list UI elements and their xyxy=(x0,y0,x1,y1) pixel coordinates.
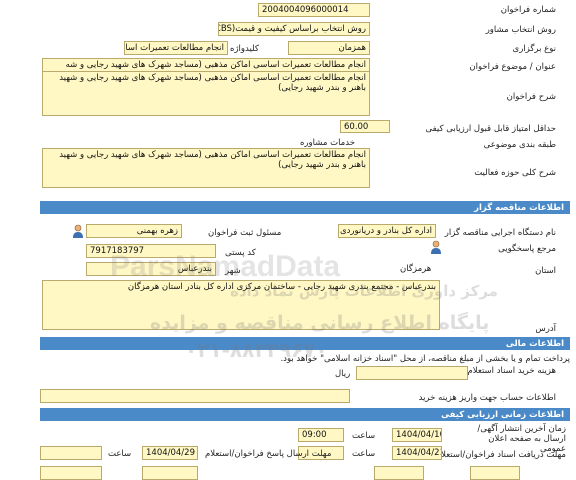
type-field[interactable]: همزمان xyxy=(288,41,370,55)
deadline-date-field[interactable]: 1404/04/21 xyxy=(392,446,442,460)
city-label: شهر xyxy=(225,266,241,276)
method-field[interactable]: روش انتخاب براساس کیفیت و قیمت(QCBS) xyxy=(218,22,370,36)
postal-field[interactable]: 7917183797 xyxy=(86,244,216,258)
account-field[interactable] xyxy=(40,389,350,403)
description-label: شرح فراخوان xyxy=(506,92,556,102)
activity-field[interactable]: انجام مطالعات تعمیرات اساسی اماکن مذهبی … xyxy=(42,148,370,188)
user-icon xyxy=(430,240,442,254)
registrar-field[interactable]: زهره بهمنی xyxy=(86,224,182,238)
financial-section-header: اطلاعات مالی xyxy=(40,337,570,350)
category-value: خدمات مشاوره xyxy=(300,138,355,148)
deadline-label: مهلت دریافت اسناد فراخوان/استعلام xyxy=(435,450,566,460)
next-row-field[interactable] xyxy=(470,466,520,480)
response-ref-label: مرجع پاسخگویی xyxy=(498,244,556,254)
fee-field[interactable] xyxy=(356,366,468,380)
publish-time-label: ساعت xyxy=(352,431,376,441)
postal-label: کد پستی xyxy=(225,248,256,258)
title-label: عنوان / موضوع فراخوان xyxy=(469,62,556,72)
keyword-label: کلیدواژه xyxy=(230,44,259,54)
next-row-field[interactable] xyxy=(40,466,102,480)
tender-number-label: شماره فراخوان xyxy=(500,5,556,15)
submit-time-label: ساعت xyxy=(108,449,132,459)
province-value: هرمزگان xyxy=(400,264,432,274)
organizer-section-header: اطلاعات مناقصه گزار xyxy=(40,201,570,214)
submit-date-field[interactable]: 1404/04/29 xyxy=(142,446,198,460)
org-name-field[interactable]: اداره کل بنادر و دریانوردی شه xyxy=(338,224,436,238)
registrar-label: مسئول ثبت فراخوان xyxy=(208,228,282,238)
min-score-field[interactable]: 60.00 xyxy=(340,120,390,133)
org-name-label: نام دستگاه اجرایی مناقصه گزار xyxy=(444,228,556,238)
type-label: نوع برگزاری xyxy=(512,44,556,54)
schedule-section-header: اطلاعات زمانی ارزیابی کیفی xyxy=(40,408,570,421)
deadline-time-label: ساعت xyxy=(352,449,376,459)
user-icon xyxy=(72,224,84,238)
category-label: طبقه بندی موضوعی xyxy=(483,140,556,150)
publish-time-field[interactable]: 09:00 xyxy=(298,428,344,442)
next-row-field[interactable] xyxy=(374,466,424,480)
publish-date-field[interactable]: 1404/04/10 xyxy=(392,428,442,442)
account-label: اطلاعات حساب جهت واریز هزینه خرید xyxy=(418,393,556,403)
payment-note: پرداخت تمام و یا بخشی از مبلغ مناقصه، از… xyxy=(280,354,570,364)
method-label: روش انتخاب مشاور xyxy=(485,25,556,35)
submit-time-field[interactable] xyxy=(40,446,102,460)
fee-unit: ریال xyxy=(335,369,351,379)
address-label: آدرس xyxy=(535,324,556,334)
description-field[interactable]: انجام مطالعات تعمیرات اساسی اماکن مذهبی … xyxy=(42,71,370,116)
keyword-field[interactable]: انجام مطالعات تعمیرات اسا xyxy=(124,41,228,55)
city-field[interactable]: بندرعباس xyxy=(86,262,216,276)
activity-label: شرح کلی حوزه فعالیت xyxy=(474,168,556,178)
min-score-label: حداقل امتیاز قابل قبول ارزیابی کیفی xyxy=(425,124,556,134)
next-row-field[interactable] xyxy=(142,466,198,480)
tender-number-field[interactable]: 2004004096000014 xyxy=(258,3,370,17)
submit-label: مهلت ارسال پاسخ فراخوان/استعلام xyxy=(205,449,332,459)
address-field[interactable]: بندرعباس - مجتمع بندری شهید رجایی - ساخت… xyxy=(42,280,440,330)
province-label: استان xyxy=(535,266,556,276)
